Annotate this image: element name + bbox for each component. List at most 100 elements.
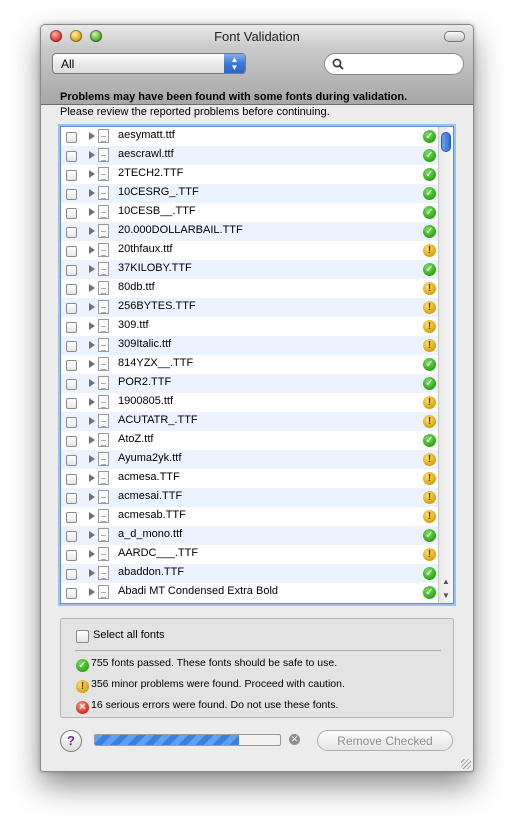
disclosure-triangle-icon[interactable] (89, 151, 95, 159)
font-checkbox[interactable] (66, 322, 77, 333)
disclosure-triangle-icon[interactable] (89, 512, 95, 520)
font-name: acmesab.TTF (118, 509, 186, 521)
font-row[interactable]: 256BYTES.TTF! (61, 298, 439, 317)
stop-icon[interactable]: ✕ (289, 734, 300, 745)
font-row[interactable]: 37KILOBY.TTF ✓ (61, 260, 439, 279)
resize-grip-icon[interactable] (461, 759, 471, 769)
font-checkbox[interactable] (66, 588, 77, 599)
font-checkbox[interactable] (66, 455, 77, 466)
disclosure-triangle-icon[interactable] (89, 265, 95, 273)
font-checkbox[interactable] (66, 493, 77, 504)
disclosure-triangle-icon[interactable] (89, 227, 95, 235)
font-row[interactable]: acmesa.TTF! (61, 469, 439, 488)
font-row[interactable]: Abadi MT Condensed Extra Bold ✓ (61, 583, 439, 602)
font-checkbox[interactable] (66, 379, 77, 390)
disclosure-triangle-icon[interactable] (89, 493, 95, 501)
filter-popup[interactable]: All ▲ ▼ (52, 53, 246, 74)
font-row[interactable]: AtoZ.ttf ✓ (61, 431, 439, 450)
disclosure-triangle-icon[interactable] (89, 474, 95, 482)
scroll-down-arrow-icon[interactable]: ▼ (439, 591, 453, 600)
font-row[interactable]: 10CESB__.TTF ✓ (61, 203, 439, 222)
disclosure-triangle-icon[interactable] (89, 189, 95, 197)
font-row[interactable]: ACUTATR_.TTF! (61, 412, 439, 431)
check-icon: ✓ (423, 567, 436, 580)
disclosure-triangle-icon[interactable] (89, 208, 95, 216)
font-row[interactable]: 10CESRG_.TTF ✓ (61, 184, 439, 203)
disclosure-triangle-icon[interactable] (89, 246, 95, 254)
font-name: Abadi MT Condensed Extra Bold (118, 585, 278, 597)
disclosure-triangle-icon[interactable] (89, 341, 95, 349)
font-row[interactable]: 309Italic.ttf! (61, 336, 439, 355)
problems-heading: Problems may have been found with some f… (60, 91, 408, 103)
font-row[interactable]: 814YZX__.TTF ✓ (61, 355, 439, 374)
font-checkbox[interactable] (66, 265, 77, 276)
font-checkbox[interactable] (66, 398, 77, 409)
font-checkbox[interactable] (66, 550, 77, 561)
disclosure-triangle-icon[interactable] (89, 379, 95, 387)
font-row[interactable]: 80db.ttf! (61, 279, 439, 298)
font-row[interactable]: Ayuma2yk.ttf! (61, 450, 439, 469)
font-checkbox[interactable] (66, 512, 77, 523)
help-button[interactable]: ? (60, 730, 82, 752)
disclosure-triangle-icon[interactable] (89, 303, 95, 311)
font-list[interactable]: Abadi MT Condensed Extra Bold ✓ abaddon.TT… (60, 126, 454, 604)
font-checkbox[interactable] (66, 569, 77, 580)
scrollbar-thumb[interactable] (441, 132, 451, 152)
disclosure-triangle-icon[interactable] (89, 132, 95, 140)
font-row[interactable]: 309.ttf! (61, 317, 439, 336)
font-checkbox[interactable] (66, 341, 77, 352)
font-checkbox[interactable] (66, 189, 77, 200)
font-checkbox[interactable] (66, 436, 77, 447)
disclosure-triangle-icon[interactable] (89, 569, 95, 577)
font-checkbox[interactable] (66, 246, 77, 257)
font-name: abaddon.TTF (118, 566, 185, 578)
disclosure-triangle-icon[interactable] (89, 588, 95, 596)
font-file-icon (98, 129, 109, 143)
disclosure-triangle-icon[interactable] (89, 550, 95, 558)
disclosure-triangle-icon[interactable] (89, 398, 95, 406)
remove-checked-button[interactable]: Remove Checked (317, 730, 453, 751)
font-row[interactable]: AARDC___.TTF! (61, 545, 439, 564)
check-icon: ✓ (423, 225, 436, 238)
font-checkbox[interactable] (66, 208, 77, 219)
disclosure-triangle-icon[interactable] (89, 170, 95, 178)
select-all-checkbox[interactable] (76, 630, 89, 643)
toolbar-toggle-button[interactable] (444, 31, 465, 42)
vertical-scrollbar[interactable]: ▲ ▼ (438, 127, 453, 603)
disclosure-triangle-icon[interactable] (89, 417, 95, 425)
font-file-icon (98, 566, 109, 580)
font-file-icon (98, 281, 109, 295)
scroll-up-arrow-icon[interactable]: ▲ (439, 577, 453, 586)
search-field[interactable] (324, 53, 464, 75)
font-row[interactable]: a_d_mono.ttf ✓ (61, 526, 439, 545)
font-row[interactable]: acmesab.TTF! (61, 507, 439, 526)
disclosure-triangle-icon[interactable] (89, 322, 95, 330)
font-name: AtoZ.ttf (118, 433, 154, 445)
font-row[interactable]: aesymatt.ttf ✓ (61, 127, 439, 146)
font-checkbox[interactable] (66, 170, 77, 181)
font-checkbox[interactable] (66, 284, 77, 295)
font-checkbox[interactable] (66, 417, 77, 428)
font-checkbox[interactable] (66, 531, 77, 542)
font-row[interactable]: abaddon.TTF ✓ (61, 564, 439, 583)
font-checkbox[interactable] (66, 303, 77, 314)
disclosure-triangle-icon[interactable] (89, 531, 95, 539)
check-icon: ✓ (423, 187, 436, 200)
font-row[interactable]: POR2.TTF ✓ (61, 374, 439, 393)
font-checkbox[interactable] (66, 151, 77, 162)
font-row[interactable]: acmesai.TTF! (61, 488, 439, 507)
font-row[interactable]: aescrawl.ttf ✓ (61, 146, 439, 165)
font-checkbox[interactable] (66, 474, 77, 485)
disclosure-triangle-icon[interactable] (89, 284, 95, 292)
font-row[interactable]: 2TECH2.TTF ✓ (61, 165, 439, 184)
select-all-label[interactable]: Select all fonts (93, 629, 165, 641)
font-checkbox[interactable] (66, 360, 77, 371)
font-row[interactable]: 20thfaux.ttf! (61, 241, 439, 260)
font-row[interactable]: 20.000DOLLARBAIL.TTF ✓ (61, 222, 439, 241)
disclosure-triangle-icon[interactable] (89, 455, 95, 463)
font-checkbox[interactable] (66, 132, 77, 143)
disclosure-triangle-icon[interactable] (89, 436, 95, 444)
font-checkbox[interactable] (66, 227, 77, 238)
disclosure-triangle-icon[interactable] (89, 360, 95, 368)
font-row[interactable]: 1900805.ttf! (61, 393, 439, 412)
